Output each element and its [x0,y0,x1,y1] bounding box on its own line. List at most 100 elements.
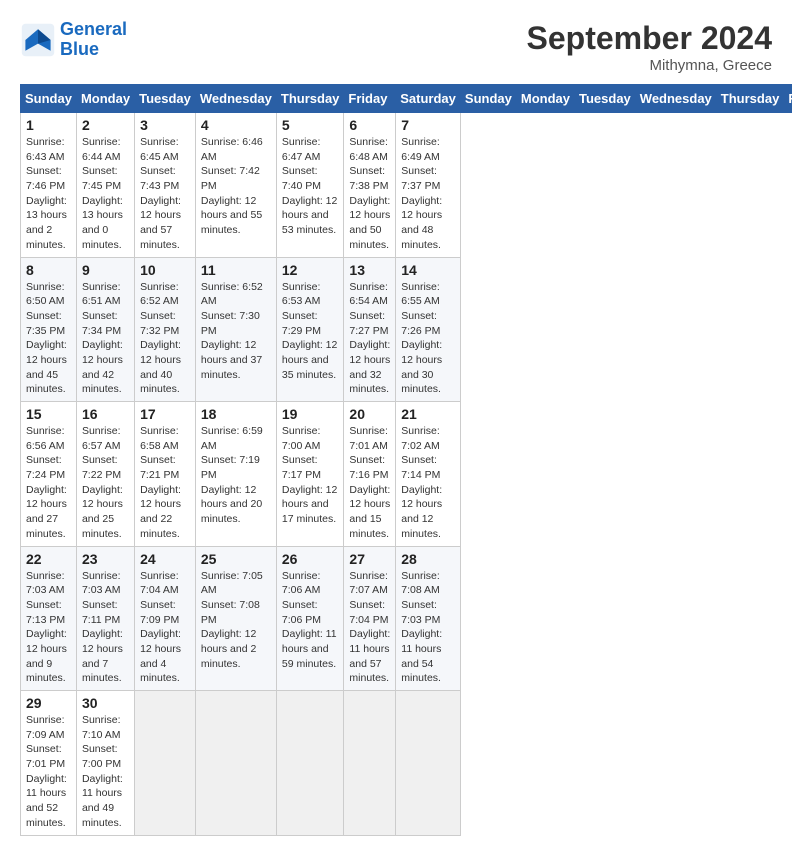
logo-blue: Blue [60,40,127,60]
day-number: 1 [26,117,71,133]
day-number: 19 [282,406,339,422]
logo-text: General Blue [60,20,127,60]
day-info: Sunrise: 6:51 AMSunset: 7:34 PMDaylight:… [82,280,129,398]
day-info: Sunrise: 6:52 AMSunset: 7:30 PMDaylight:… [201,280,271,383]
day-number: 14 [401,262,455,278]
day-number: 21 [401,406,455,422]
day-number: 7 [401,117,455,133]
header-sunday: Sunday [21,85,77,113]
calendar-week-row: 29 Sunrise: 7:09 AMSunset: 7:01 PMDaylig… [21,691,792,836]
calendar-cell: 28 Sunrise: 7:08 AMSunset: 7:03 PMDaylig… [396,546,461,691]
calendar-cell: 5 Sunrise: 6:47 AMSunset: 7:40 PMDayligh… [276,113,344,258]
day-info: Sunrise: 7:08 AMSunset: 7:03 PMDaylight:… [401,569,455,687]
header-day-friday: Friday [784,85,792,113]
header-day-sunday: Sunday [460,85,516,113]
day-number: 22 [26,551,71,567]
day-info: Sunrise: 6:59 AMSunset: 7:19 PMDaylight:… [201,424,271,527]
day-info: Sunrise: 6:52 AMSunset: 7:32 PMDaylight:… [140,280,190,398]
day-info: Sunrise: 7:00 AMSunset: 7:17 PMDaylight:… [282,424,339,527]
day-info: Sunrise: 7:09 AMSunset: 7:01 PMDaylight:… [26,713,71,831]
calendar-cell: 15 Sunrise: 6:56 AMSunset: 7:24 PMDaylig… [21,402,77,547]
day-info: Sunrise: 6:46 AMSunset: 7:42 PMDaylight:… [201,135,271,238]
day-number: 12 [282,262,339,278]
day-number: 17 [140,406,190,422]
day-number: 26 [282,551,339,567]
day-info: Sunrise: 7:06 AMSunset: 7:06 PMDaylight:… [282,569,339,672]
day-number: 2 [82,117,129,133]
month-title: September 2024 [527,20,772,57]
calendar-cell: 21 Sunrise: 7:02 AMSunset: 7:14 PMDaylig… [396,402,461,547]
calendar-table: SundayMondayTuesdayWednesdayThursdayFrid… [20,84,792,836]
day-number: 28 [401,551,455,567]
calendar-cell: 7 Sunrise: 6:49 AMSunset: 7:37 PMDayligh… [396,113,461,258]
day-number: 3 [140,117,190,133]
header-monday: Monday [76,85,134,113]
calendar-cell [276,691,344,836]
day-info: Sunrise: 6:45 AMSunset: 7:43 PMDaylight:… [140,135,190,253]
day-info: Sunrise: 7:04 AMSunset: 7:09 PMDaylight:… [140,569,190,687]
header-day-wednesday: Wednesday [635,85,716,113]
day-number: 24 [140,551,190,567]
calendar-cell: 30 Sunrise: 7:10 AMSunset: 7:00 PMDaylig… [76,691,134,836]
day-info: Sunrise: 7:10 AMSunset: 7:00 PMDaylight:… [82,713,129,831]
day-number: 10 [140,262,190,278]
day-info: Sunrise: 6:44 AMSunset: 7:45 PMDaylight:… [82,135,129,253]
day-number: 15 [26,406,71,422]
header-thursday: Thursday [276,85,344,113]
calendar-cell [195,691,276,836]
day-info: Sunrise: 7:05 AMSunset: 7:08 PMDaylight:… [201,569,271,672]
calendar-cell: 13 Sunrise: 6:54 AMSunset: 7:27 PMDaylig… [344,257,396,402]
logo: General Blue [20,20,127,60]
header-day-monday: Monday [516,85,574,113]
day-info: Sunrise: 7:07 AMSunset: 7:04 PMDaylight:… [349,569,390,687]
day-number: 23 [82,551,129,567]
calendar-cell: 26 Sunrise: 7:06 AMSunset: 7:06 PMDaylig… [276,546,344,691]
day-number: 8 [26,262,71,278]
calendar-cell: 12 Sunrise: 6:53 AMSunset: 7:29 PMDaylig… [276,257,344,402]
calendar-cell: 6 Sunrise: 6:48 AMSunset: 7:38 PMDayligh… [344,113,396,258]
day-info: Sunrise: 6:54 AMSunset: 7:27 PMDaylight:… [349,280,390,398]
day-number: 11 [201,262,271,278]
day-info: Sunrise: 6:56 AMSunset: 7:24 PMDaylight:… [26,424,71,542]
logo-icon [20,22,56,58]
calendar-cell: 2 Sunrise: 6:44 AMSunset: 7:45 PMDayligh… [76,113,134,258]
calendar-cell: 14 Sunrise: 6:55 AMSunset: 7:26 PMDaylig… [396,257,461,402]
day-info: Sunrise: 6:55 AMSunset: 7:26 PMDaylight:… [401,280,455,398]
day-info: Sunrise: 6:49 AMSunset: 7:37 PMDaylight:… [401,135,455,253]
day-number: 9 [82,262,129,278]
location: Mithymna, Greece [527,57,772,74]
calendar-week-row: 8 Sunrise: 6:50 AMSunset: 7:35 PMDayligh… [21,257,792,402]
day-info: Sunrise: 6:50 AMSunset: 7:35 PMDaylight:… [26,280,71,398]
calendar-cell: 10 Sunrise: 6:52 AMSunset: 7:32 PMDaylig… [135,257,196,402]
calendar-cell: 25 Sunrise: 7:05 AMSunset: 7:08 PMDaylig… [195,546,276,691]
calendar-cell: 9 Sunrise: 6:51 AMSunset: 7:34 PMDayligh… [76,257,134,402]
day-info: Sunrise: 7:02 AMSunset: 7:14 PMDaylight:… [401,424,455,542]
day-info: Sunrise: 6:58 AMSunset: 7:21 PMDaylight:… [140,424,190,542]
calendar-cell [135,691,196,836]
calendar-cell: 29 Sunrise: 7:09 AMSunset: 7:01 PMDaylig… [21,691,77,836]
title-block: September 2024 Mithymna, Greece [527,20,772,74]
calendar-cell: 20 Sunrise: 7:01 AMSunset: 7:16 PMDaylig… [344,402,396,547]
calendar-cell: 27 Sunrise: 7:07 AMSunset: 7:04 PMDaylig… [344,546,396,691]
calendar-cell: 16 Sunrise: 6:57 AMSunset: 7:22 PMDaylig… [76,402,134,547]
page-header: General Blue September 2024 Mithymna, Gr… [20,20,772,74]
day-number: 27 [349,551,390,567]
day-info: Sunrise: 7:03 AMSunset: 7:13 PMDaylight:… [26,569,71,687]
calendar-cell: 8 Sunrise: 6:50 AMSunset: 7:35 PMDayligh… [21,257,77,402]
day-number: 5 [282,117,339,133]
calendar-cell: 18 Sunrise: 6:59 AMSunset: 7:19 PMDaylig… [195,402,276,547]
day-info: Sunrise: 7:01 AMSunset: 7:16 PMDaylight:… [349,424,390,542]
header-saturday: Saturday [396,85,461,113]
calendar-week-row: 22 Sunrise: 7:03 AMSunset: 7:13 PMDaylig… [21,546,792,691]
calendar-cell: 11 Sunrise: 6:52 AMSunset: 7:30 PMDaylig… [195,257,276,402]
day-number: 29 [26,695,71,711]
calendar-cell [396,691,461,836]
day-info: Sunrise: 6:43 AMSunset: 7:46 PMDaylight:… [26,135,71,253]
day-info: Sunrise: 6:48 AMSunset: 7:38 PMDaylight:… [349,135,390,253]
day-number: 25 [201,551,271,567]
day-number: 6 [349,117,390,133]
calendar-cell [344,691,396,836]
calendar-cell: 1 Sunrise: 6:43 AMSunset: 7:46 PMDayligh… [21,113,77,258]
header-friday: Friday [344,85,396,113]
calendar-week-row: 15 Sunrise: 6:56 AMSunset: 7:24 PMDaylig… [21,402,792,547]
